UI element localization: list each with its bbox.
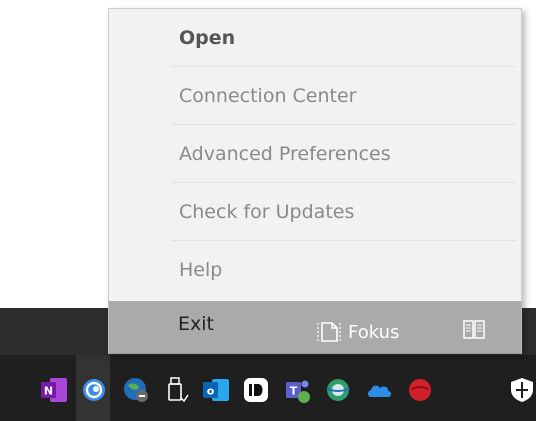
fokus-button[interactable]: Fokus: [316, 318, 399, 346]
menu-item-exit[interactable]: Exit: [170, 301, 310, 347]
menu-item-open[interactable]: Open: [171, 9, 516, 67]
svg-text:o: o: [207, 385, 215, 398]
usb-drive-icon[interactable]: [162, 376, 190, 404]
onenote-icon[interactable]: N: [40, 376, 68, 404]
menu-item-help[interactable]: Help: [171, 241, 516, 299]
menu-item-check-for-updates[interactable]: Check for Updates: [171, 183, 516, 241]
menu-item-label: Help: [179, 259, 223, 281]
red-app-icon[interactable]: [406, 376, 434, 404]
menu-item-label: Connection Center: [179, 84, 357, 107]
screen: Open Connection Center Advanced Preferen…: [0, 0, 536, 421]
onedrive-cloud-icon[interactable]: [366, 376, 394, 404]
menu-item-connection-center[interactable]: Connection Center: [171, 67, 516, 125]
svg-text:T: T: [290, 385, 298, 398]
teams-icon[interactable]: T: [284, 376, 312, 404]
citrix-icon[interactable]: [80, 376, 108, 404]
browser-globe-icon[interactable]: [324, 376, 352, 404]
fokus-doc-icon: [317, 322, 341, 342]
menu-item-advanced-preferences[interactable]: Advanced Preferences: [171, 125, 516, 183]
menu-item-label: Check for Updates: [179, 200, 355, 223]
book-icon[interactable]: [461, 319, 487, 341]
id-app-icon[interactable]: [242, 376, 270, 404]
svg-text:N: N: [44, 385, 53, 398]
network-globe-icon[interactable]: [122, 376, 150, 404]
menu-item-label: Advanced Preferences: [179, 142, 391, 165]
menu-item-label: Exit: [178, 313, 214, 335]
fokus-label: Fokus: [348, 321, 400, 343]
outlook-icon[interactable]: o: [202, 376, 230, 404]
menu-item-label: Open: [179, 26, 236, 49]
shield-icon[interactable]: [508, 376, 536, 404]
